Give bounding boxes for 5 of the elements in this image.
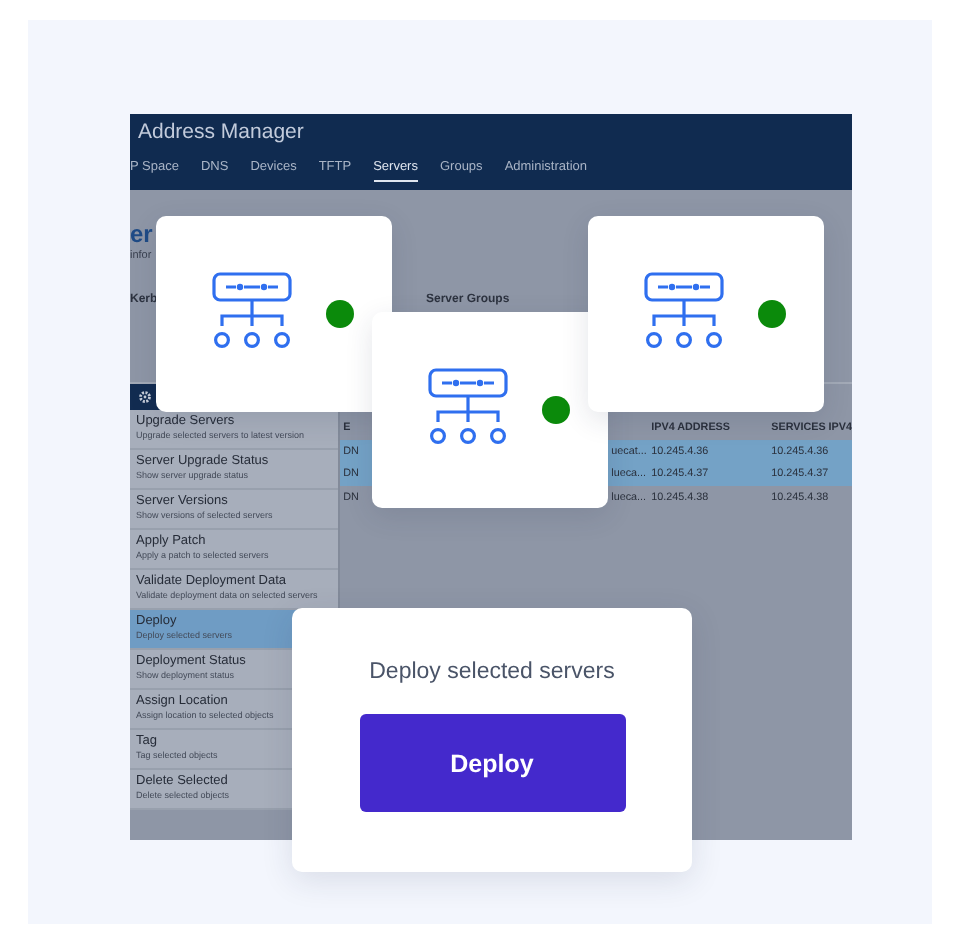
app-title: Address Manager	[138, 120, 306, 144]
deploy-button[interactable]: Deploy	[359, 714, 625, 812]
settings-icon[interactable]	[138, 390, 152, 404]
deploy-message: Deploy selected servers	[369, 660, 615, 684]
page-heading: er	[130, 218, 155, 250]
